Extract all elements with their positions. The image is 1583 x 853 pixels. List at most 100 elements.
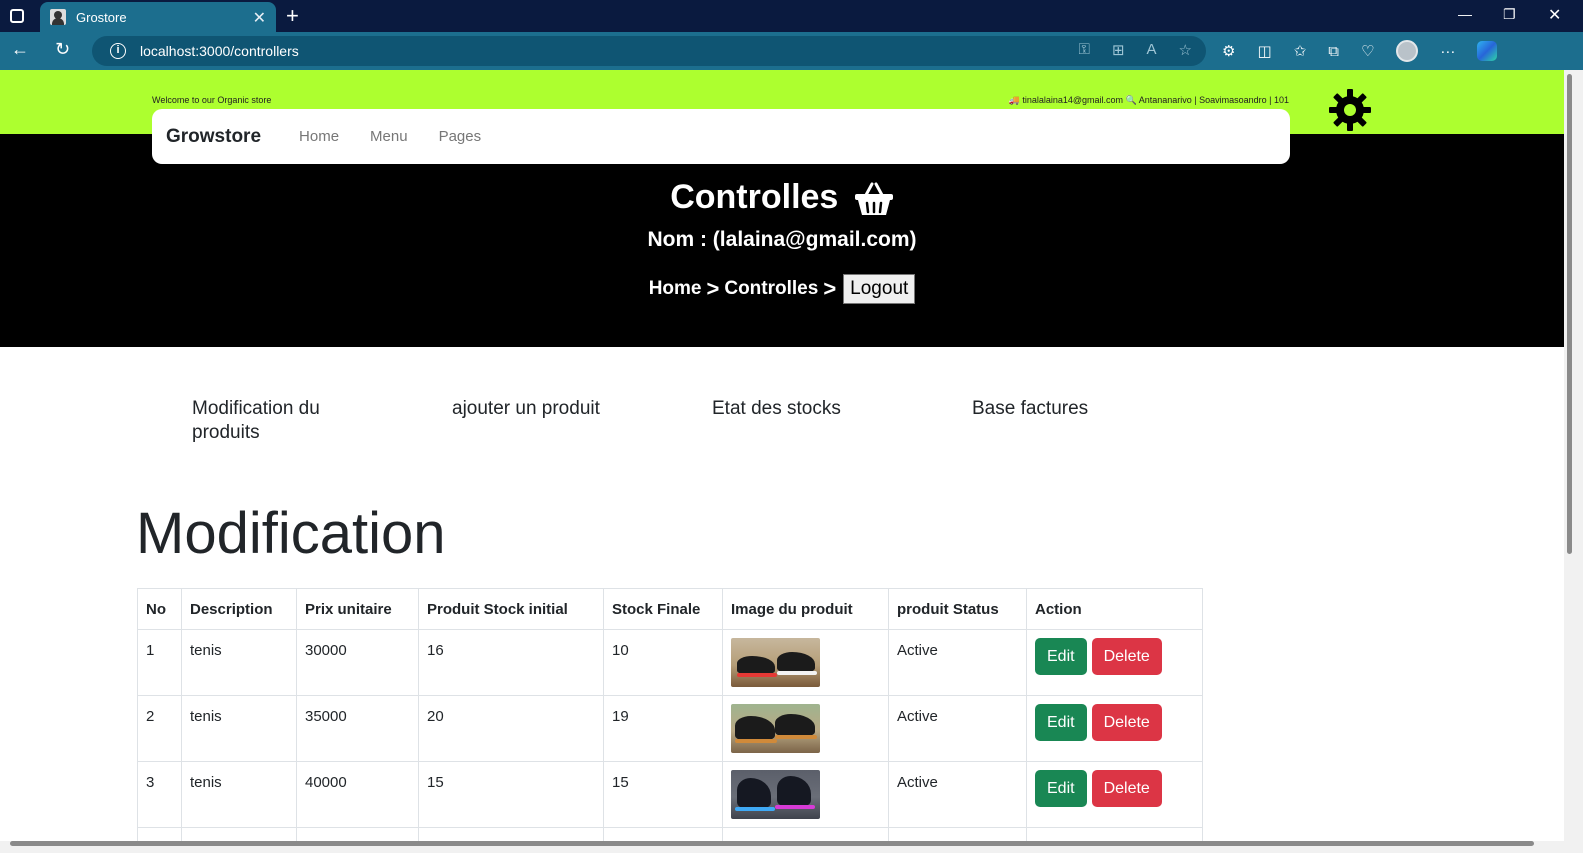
table-row: 1 tenis 30000 16 10 Active Edit Delete bbox=[137, 629, 1203, 696]
product-image bbox=[731, 638, 820, 687]
cell-status: Active bbox=[888, 695, 1027, 762]
extensions-icon[interactable]: ⚙ bbox=[1222, 42, 1235, 60]
cell-stock-final: 15 bbox=[603, 761, 723, 828]
page-viewport: Welcome to our Organic store 🚚 tinalalai… bbox=[0, 70, 1564, 841]
section-title: Modification bbox=[136, 501, 446, 566]
cell-stock-initial: 20 bbox=[418, 695, 604, 762]
favicon-icon bbox=[50, 9, 66, 25]
refresh-icon[interactable]: ↻ bbox=[55, 39, 70, 60]
tab-title: Grostore bbox=[76, 9, 127, 25]
delete-button[interactable]: Delete bbox=[1091, 638, 1162, 675]
cell-price: 35000 bbox=[296, 695, 419, 762]
cell-image bbox=[722, 761, 889, 828]
delete-button[interactable]: Delete bbox=[1091, 704, 1162, 741]
cell-actions: Edit Delete bbox=[1026, 695, 1203, 762]
basket-icon bbox=[854, 182, 893, 216]
restore-icon[interactable]: ❐ bbox=[1503, 6, 1516, 23]
col-stock-final: Stock Finale bbox=[603, 588, 723, 630]
more-options-icon[interactable]: ··· bbox=[1440, 43, 1455, 60]
col-no: No bbox=[137, 588, 182, 630]
cell-description: tenis bbox=[181, 695, 297, 762]
cell-stock-final: 19 bbox=[603, 695, 723, 762]
edit-button[interactable]: Edit bbox=[1035, 770, 1087, 807]
main-navbar: Growstore Home Menu Pages bbox=[152, 109, 1290, 164]
tab-close-icon[interactable]: ✕ bbox=[253, 8, 266, 28]
nav-pages[interactable]: Pages bbox=[439, 128, 482, 145]
menu-stock-state[interactable]: Etat des stocks bbox=[712, 397, 841, 421]
edit-button[interactable]: Edit bbox=[1035, 638, 1087, 675]
brand-logo[interactable]: Growstore bbox=[166, 126, 261, 148]
hero-title-text: Controlles bbox=[670, 178, 839, 216]
nav-home[interactable]: Home bbox=[299, 128, 339, 145]
minimize-icon[interactable]: — bbox=[1458, 6, 1472, 22]
cell-stock-initial: 15 bbox=[418, 761, 604, 828]
col-price: Prix unitaire bbox=[296, 588, 419, 630]
controller-menu: Modification du produits ajouter un prod… bbox=[192, 397, 1192, 457]
copilot-icon[interactable] bbox=[1477, 41, 1498, 61]
cell-image bbox=[722, 629, 889, 696]
read-aloud-icon[interactable]: A bbox=[1147, 41, 1157, 59]
browser-toolbar: ← ↻ i localhost:3000/controllers ⚿ ⊞ A ☆… bbox=[0, 32, 1583, 70]
logout-button[interactable]: Logout bbox=[843, 274, 916, 304]
cell-price: 40000 bbox=[296, 761, 419, 828]
breadcrumb-separator: > bbox=[706, 276, 720, 301]
horizontal-scrollbar[interactable] bbox=[0, 841, 1583, 853]
cell-stock-final: 10 bbox=[603, 629, 723, 696]
cell-no: 2 bbox=[137, 695, 182, 762]
cell-image bbox=[722, 695, 889, 762]
browser-tab[interactable]: Grostore ✕ bbox=[40, 2, 276, 32]
cell-description: tenis bbox=[181, 629, 297, 696]
cell-actions: Edit Delete bbox=[1026, 761, 1203, 828]
site-info-icon[interactable]: i bbox=[110, 43, 126, 59]
table-header-row: No Description Prix unitaire Produit Sto… bbox=[137, 588, 1203, 630]
gear-icon[interactable] bbox=[1328, 88, 1372, 132]
hero-title: Controlles bbox=[0, 178, 1564, 217]
apps-icon[interactable]: ⊞ bbox=[1112, 41, 1125, 59]
cell-no: 3 bbox=[137, 761, 182, 828]
browser-titlebar: Grostore ✕ + — ❐ ✕ bbox=[0, 0, 1583, 32]
performance-icon[interactable]: ♡ bbox=[1361, 42, 1374, 60]
product-image bbox=[731, 770, 820, 819]
col-action: Action bbox=[1026, 588, 1203, 630]
back-icon[interactable]: ← bbox=[11, 39, 29, 60]
breadcrumb-home[interactable]: Home bbox=[649, 278, 702, 300]
menu-add-product[interactable]: ajouter un produit bbox=[452, 397, 600, 421]
url-text[interactable]: localhost:3000/controllers bbox=[140, 43, 299, 59]
nav-menu[interactable]: Menu bbox=[370, 128, 408, 145]
col-stock-initial: Produit Stock initial bbox=[418, 588, 604, 630]
contact-info: 🚚 tinalalaina14@gmail.com 🔍 Antananarivo… bbox=[1008, 95, 1289, 105]
collections-icon[interactable]: ⧉ bbox=[1328, 43, 1339, 60]
page-hero: Controlles Nom : (lalaina@gmail.com) Hom… bbox=[0, 134, 1564, 347]
col-status: produit Status bbox=[888, 588, 1027, 630]
close-window-icon[interactable]: ✕ bbox=[1548, 5, 1561, 25]
key-icon[interactable]: ⚿ bbox=[1079, 41, 1090, 59]
welcome-text: Welcome to our Organic store bbox=[152, 95, 272, 105]
cell-no: 1 bbox=[137, 629, 182, 696]
vertical-scrollbar[interactable] bbox=[1564, 70, 1583, 841]
product-image bbox=[731, 704, 820, 753]
hero-subtitle: Nom : (lalaina@gmail.com) bbox=[647, 228, 917, 251]
edit-button[interactable]: Edit bbox=[1035, 704, 1087, 741]
menu-modification[interactable]: Modification du produits bbox=[192, 397, 382, 445]
favorite-star-icon[interactable]: ☆ bbox=[1179, 41, 1192, 59]
menu-invoices[interactable]: Base factures bbox=[972, 397, 1088, 421]
new-tab-icon[interactable]: + bbox=[286, 3, 299, 29]
table-row: 2 tenis 35000 20 19 Active Edit Delete bbox=[137, 695, 1203, 762]
breadcrumb: Home > Controlles > Logout bbox=[0, 274, 1564, 304]
breadcrumb-separator: > bbox=[823, 276, 837, 301]
table-row bbox=[137, 827, 1203, 841]
col-description: Description bbox=[181, 588, 297, 630]
breadcrumb-current[interactable]: Controlles bbox=[724, 278, 818, 300]
products-table: No Description Prix unitaire Produit Sto… bbox=[137, 588, 1203, 841]
cell-price: 30000 bbox=[296, 629, 419, 696]
cell-stock-initial: 16 bbox=[418, 629, 604, 696]
sidebar-toggle-icon[interactable] bbox=[10, 9, 24, 23]
col-image: Image du produit bbox=[722, 588, 889, 630]
cell-description: tenis bbox=[181, 761, 297, 828]
delete-button[interactable]: Delete bbox=[1091, 770, 1162, 807]
cell-actions: Edit Delete bbox=[1026, 629, 1203, 696]
profile-avatar[interactable] bbox=[1396, 40, 1419, 62]
address-bar[interactable]: i localhost:3000/controllers ⚿ ⊞ A ☆ bbox=[92, 36, 1206, 66]
split-screen-icon[interactable]: ◫ bbox=[1257, 42, 1271, 60]
favorites-icon[interactable]: ✩ bbox=[1294, 42, 1307, 60]
